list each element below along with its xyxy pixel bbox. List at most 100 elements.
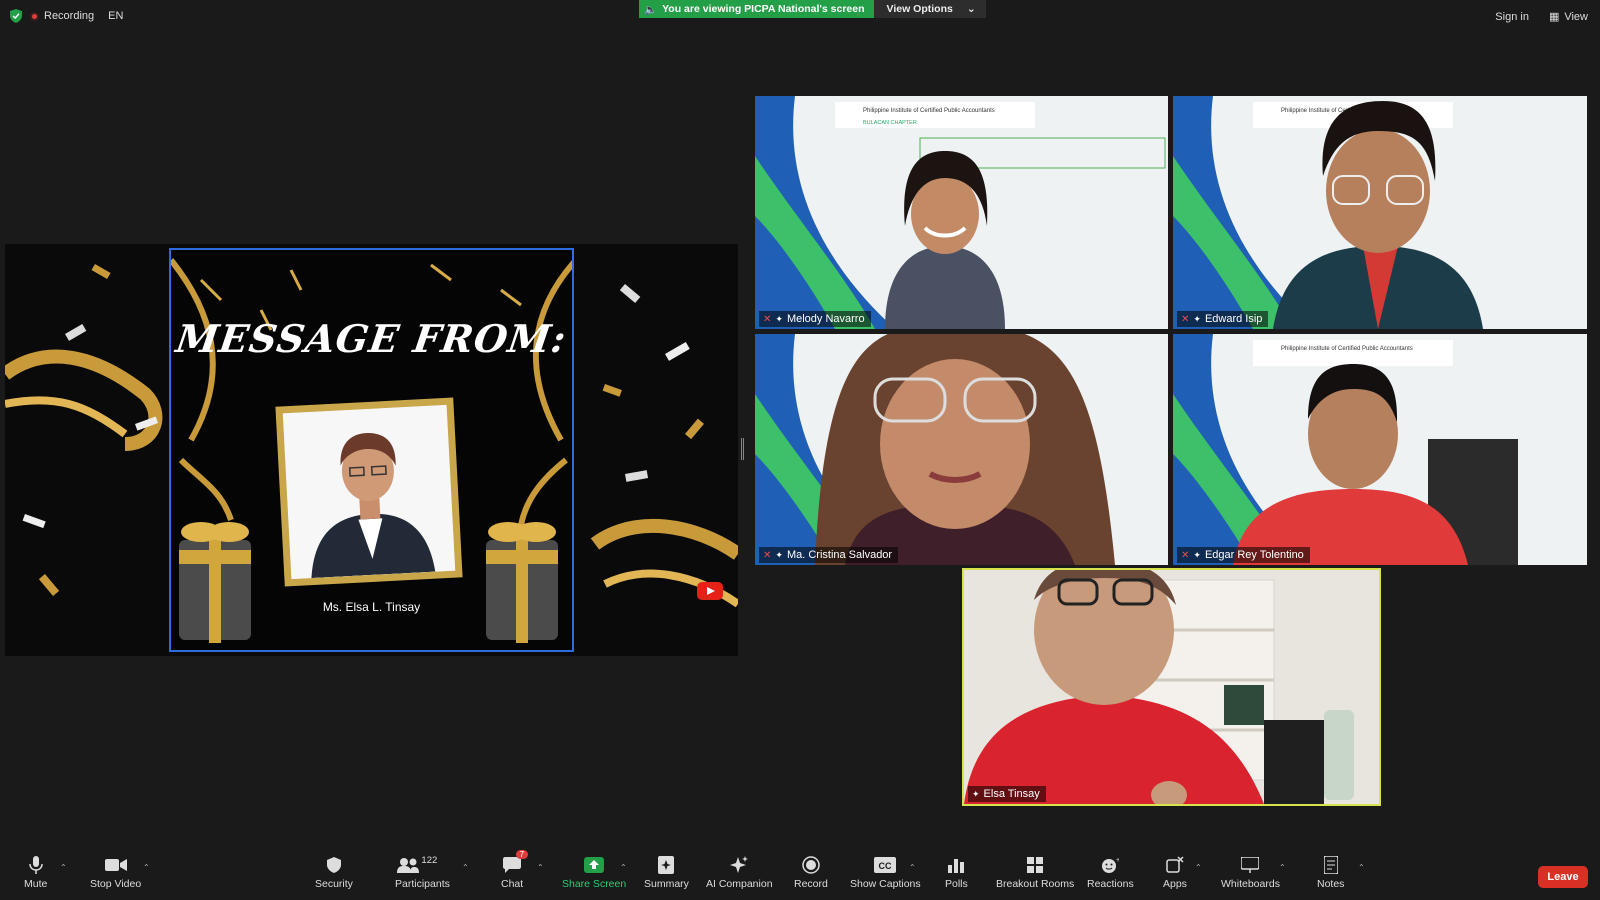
- shield-icon[interactable]: [10, 9, 22, 23]
- shared-screen[interactable]: MESSAGE FROM: Ms. Elsa L. Tinsay: [5, 244, 738, 656]
- chevron-up-icon[interactable]: ⌃: [909, 863, 916, 872]
- chevron-down-icon: ⌄: [966, 3, 976, 15]
- chat-label: Chat: [501, 878, 524, 890]
- video-tile[interactable]: Philippine Institute of Certified Public…: [755, 96, 1168, 329]
- apps-button[interactable]: Apps: [1163, 855, 1187, 890]
- security-label: Security: [315, 878, 353, 890]
- top-right-actions: Sign in ▦ View: [1495, 10, 1588, 24]
- reactions-button[interactable]: + Reactions: [1087, 855, 1134, 890]
- top-bar: Recording EN 🔈 You are viewing PICPA Nat…: [0, 0, 1600, 34]
- chevron-up-icon[interactable]: ⌃: [1195, 863, 1202, 872]
- video-tile-active-speaker[interactable]: ✦ Elsa Tinsay: [962, 568, 1381, 806]
- video-camera-icon: [104, 859, 127, 871]
- share-screen-button[interactable]: Share Screen: [562, 855, 626, 890]
- participant-name: Edward Isip: [1204, 313, 1263, 325]
- video-tile[interactable]: Philippine Institute of Certified Public…: [1173, 96, 1587, 329]
- share-screen-icon: [584, 857, 605, 873]
- chevron-up-icon[interactable]: ⌃: [1279, 863, 1286, 872]
- youtube-icon[interactable]: [697, 582, 723, 600]
- whiteboards-label: Whiteboards: [1221, 878, 1280, 890]
- mic-muted-icon: ✕: [763, 549, 772, 561]
- mute-button[interactable]: Mute: [24, 855, 47, 890]
- breakout-rooms-icon: [1027, 857, 1044, 873]
- polls-icon: [948, 859, 965, 873]
- breakout-rooms-label: Breakout Rooms: [996, 878, 1075, 890]
- ai-companion-button[interactable]: AI Companion: [706, 855, 773, 890]
- participant-label: ✕ ✦ Edward Isip: [1177, 311, 1269, 327]
- pin-icon: ✦: [1193, 313, 1201, 324]
- slide: MESSAGE FROM: Ms. Elsa L. Tinsay: [169, 248, 574, 652]
- leave-button[interactable]: Leave: [1538, 866, 1588, 888]
- view-options-button[interactable]: View Options ⌄: [873, 0, 986, 18]
- meeting-toolbar: Mute ⌃ Stop Video ⌃ Security 122 Partici…: [0, 850, 1600, 900]
- chat-icon: [503, 857, 522, 873]
- svg-text:CC: CC: [879, 861, 892, 871]
- summary-button[interactable]: Summary: [644, 855, 689, 890]
- record-button[interactable]: Record: [794, 855, 828, 890]
- sparkle-icon: [730, 856, 749, 873]
- chevron-up-icon[interactable]: ⌃: [1358, 863, 1365, 872]
- notes-label: Notes: [1317, 878, 1345, 890]
- share-screen-label: Share Screen: [562, 878, 627, 890]
- record-icon: [802, 856, 820, 874]
- reactions-icon: +: [1102, 857, 1119, 873]
- viewing-status: 🔈 You are viewing PICPA National's scree…: [639, 0, 874, 18]
- security-button[interactable]: Security: [315, 855, 353, 890]
- whiteboards-button[interactable]: Whiteboards: [1221, 855, 1280, 890]
- video-tile[interactable]: Philippine Institute of Certified Public…: [1173, 334, 1587, 565]
- svg-text:Philippine Institute of Certif: Philippine Institute of Certified Public…: [1281, 346, 1413, 352]
- whiteboard-icon: [1241, 857, 1260, 873]
- viewing-text: You are viewing PICPA National's screen: [662, 3, 865, 15]
- apps-label: Apps: [1163, 878, 1187, 890]
- view-options-label: View Options: [886, 3, 953, 15]
- chevron-up-icon[interactable]: ⌃: [620, 863, 627, 872]
- pin-icon: ✦: [775, 549, 783, 560]
- chevron-up-icon[interactable]: ⌃: [60, 863, 67, 872]
- portrait-frame: [275, 397, 463, 587]
- mic-muted-icon: ✕: [763, 313, 772, 325]
- pin-icon: ✦: [972, 788, 980, 799]
- participants-button[interactable]: 122 Participants: [395, 855, 450, 890]
- participant-label: ✦ Elsa Tinsay: [968, 786, 1046, 802]
- participants-icon: [397, 858, 420, 873]
- chat-button[interactable]: 7 Chat: [501, 850, 529, 890]
- ai-companion-label: AI Companion: [706, 878, 773, 890]
- notes-button[interactable]: Notes: [1317, 855, 1344, 890]
- polls-button[interactable]: Polls: [945, 855, 968, 890]
- split-resize-handle[interactable]: [741, 438, 744, 460]
- participant-name: Elsa Tinsay: [983, 788, 1040, 800]
- reactions-label: Reactions: [1087, 878, 1134, 890]
- chevron-up-icon[interactable]: ⌃: [143, 863, 150, 872]
- video-tile[interactable]: ✕ ✦ Ma. Cristina Salvador: [755, 334, 1168, 565]
- stop-video-button[interactable]: Stop Video: [90, 855, 141, 890]
- apps-icon: [1166, 856, 1184, 873]
- chat-unread-badge: 7: [515, 850, 529, 859]
- chevron-up-icon[interactable]: ⌃: [462, 863, 469, 872]
- svg-text:Philippine Institute of Certif: Philippine Institute of Certified Public…: [863, 108, 995, 114]
- virtual-background: [755, 334, 1168, 565]
- recording-indicator[interactable]: Recording: [30, 10, 94, 22]
- participant-label: ✕ ✦ Ma. Cristina Salvador: [759, 547, 899, 563]
- mute-label: Mute: [24, 878, 48, 890]
- chevron-up-icon[interactable]: ⌃: [537, 863, 544, 872]
- microphone-icon: [28, 856, 43, 874]
- view-grid-icon: ▦: [1548, 11, 1560, 23]
- virtual-background: Philippine Institute of Certified Public…: [1173, 334, 1587, 565]
- recording-label: Recording: [44, 10, 95, 22]
- language-indicator[interactable]: EN: [108, 10, 123, 22]
- participants-label: Participants: [395, 878, 450, 890]
- participant-label: ✕ ✦ Melody Navarro: [759, 311, 871, 327]
- pin-icon: ✦: [775, 313, 783, 324]
- sign-in-button[interactable]: Sign in: [1495, 10, 1529, 23]
- summary-label: Summary: [644, 878, 689, 890]
- captions-icon: CC: [874, 857, 897, 873]
- mic-muted-icon: ✕: [1181, 313, 1190, 325]
- polls-label: Polls: [945, 878, 968, 890]
- stop-video-label: Stop Video: [90, 878, 142, 890]
- notes-icon: [1323, 856, 1338, 874]
- breakout-rooms-button[interactable]: Breakout Rooms: [996, 855, 1074, 890]
- view-button[interactable]: ▦ View: [1548, 10, 1588, 24]
- participant-name: Melody Navarro: [786, 313, 865, 325]
- show-captions-button[interactable]: CC Show Captions: [850, 855, 921, 890]
- participant-name: Edgar Rey Tolentino: [1204, 549, 1304, 561]
